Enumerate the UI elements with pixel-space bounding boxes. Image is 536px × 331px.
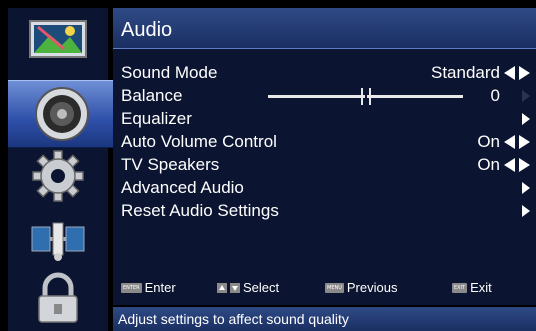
status-bar: Adjust settings to affect sound quality <box>113 307 536 331</box>
sidebar-item-picture[interactable] <box>16 12 100 68</box>
row-label: Equalizer <box>121 109 192 128</box>
row-value: On <box>477 132 500 151</box>
page-title: Audio <box>121 19 173 41</box>
hint-label: Exit <box>470 280 492 295</box>
exit-key-icon: EXIT <box>452 282 468 293</box>
lock-icon <box>38 272 78 323</box>
hint-label: Select <box>243 280 280 295</box>
menu-row-sound-mode[interactable]: Sound Mode Standard <box>113 62 536 84</box>
row-label: Auto Volume Control <box>121 132 277 151</box>
audio-panel: Audio Sound Mode Standard Balance 0 Equa… <box>113 8 536 305</box>
row-label: Reset Audio Settings <box>121 201 279 220</box>
sidebar-item-settings[interactable] <box>16 148 100 204</box>
key-hints: ENTER Enter Select MENU Previous EXIT Ex… <box>113 278 536 298</box>
row-label: Advanced Audio <box>121 178 244 197</box>
menu-row-tv-speakers[interactable]: TV Speakers On <box>113 154 536 176</box>
left-right-arrows-icon[interactable] <box>504 157 530 173</box>
picture-icon <box>29 20 87 58</box>
speaker-icon <box>35 87 89 141</box>
hint-select: Select <box>217 280 279 295</box>
sidebar <box>8 8 116 331</box>
hint-enter: ENTER Enter <box>121 280 176 295</box>
menu-row-reset-audio[interactable]: Reset Audio Settings <box>113 200 536 222</box>
row-value: 0 <box>490 86 500 105</box>
hint-label: Enter <box>144 280 176 295</box>
right-arrow-icon <box>522 113 530 125</box>
row-label: Balance <box>121 86 183 105</box>
slider-thumb[interactable] <box>360 88 371 105</box>
hint-previous: MENU Previous <box>325 280 397 295</box>
sidebar-item-lock[interactable] <box>16 270 100 326</box>
row-label: Sound Mode <box>121 63 218 82</box>
row-label: TV Speakers <box>121 155 220 174</box>
satellite-icon <box>31 222 85 261</box>
tv-settings-menu: Audio Sound Mode Standard Balance 0 Equa… <box>0 0 536 331</box>
hint-label: Previous <box>346 280 398 295</box>
menu-row-balance[interactable]: Balance 0 <box>113 85 536 107</box>
title-bar: Audio <box>113 8 536 49</box>
enter-key-icon: ENTER <box>121 282 142 293</box>
row-value: Standard <box>431 63 500 82</box>
sidebar-item-audio[interactable] <box>8 80 116 148</box>
right-arrow-icon <box>522 205 530 217</box>
menu-key-icon: MENU <box>325 282 344 293</box>
menu-row-equalizer[interactable]: Equalizer <box>113 108 536 130</box>
up-arrow-key-icon <box>217 282 227 293</box>
hint-exit: EXIT Exit <box>452 280 492 295</box>
right-arrow-icon <box>522 182 530 194</box>
menu-row-auto-volume[interactable]: Auto Volume Control On <box>113 131 536 153</box>
row-value: On <box>477 155 500 174</box>
down-arrow-key-icon <box>230 282 240 293</box>
sidebar-item-channels[interactable] <box>16 212 100 268</box>
left-right-arrows-icon[interactable] <box>504 65 530 81</box>
status-text: Adjust settings to affect sound quality <box>118 311 349 327</box>
left-right-arrows-icon[interactable] <box>504 134 530 150</box>
menu-row-advanced-audio[interactable]: Advanced Audio <box>113 177 536 199</box>
gear-icon <box>32 150 84 202</box>
right-arrow-icon <box>522 90 530 102</box>
